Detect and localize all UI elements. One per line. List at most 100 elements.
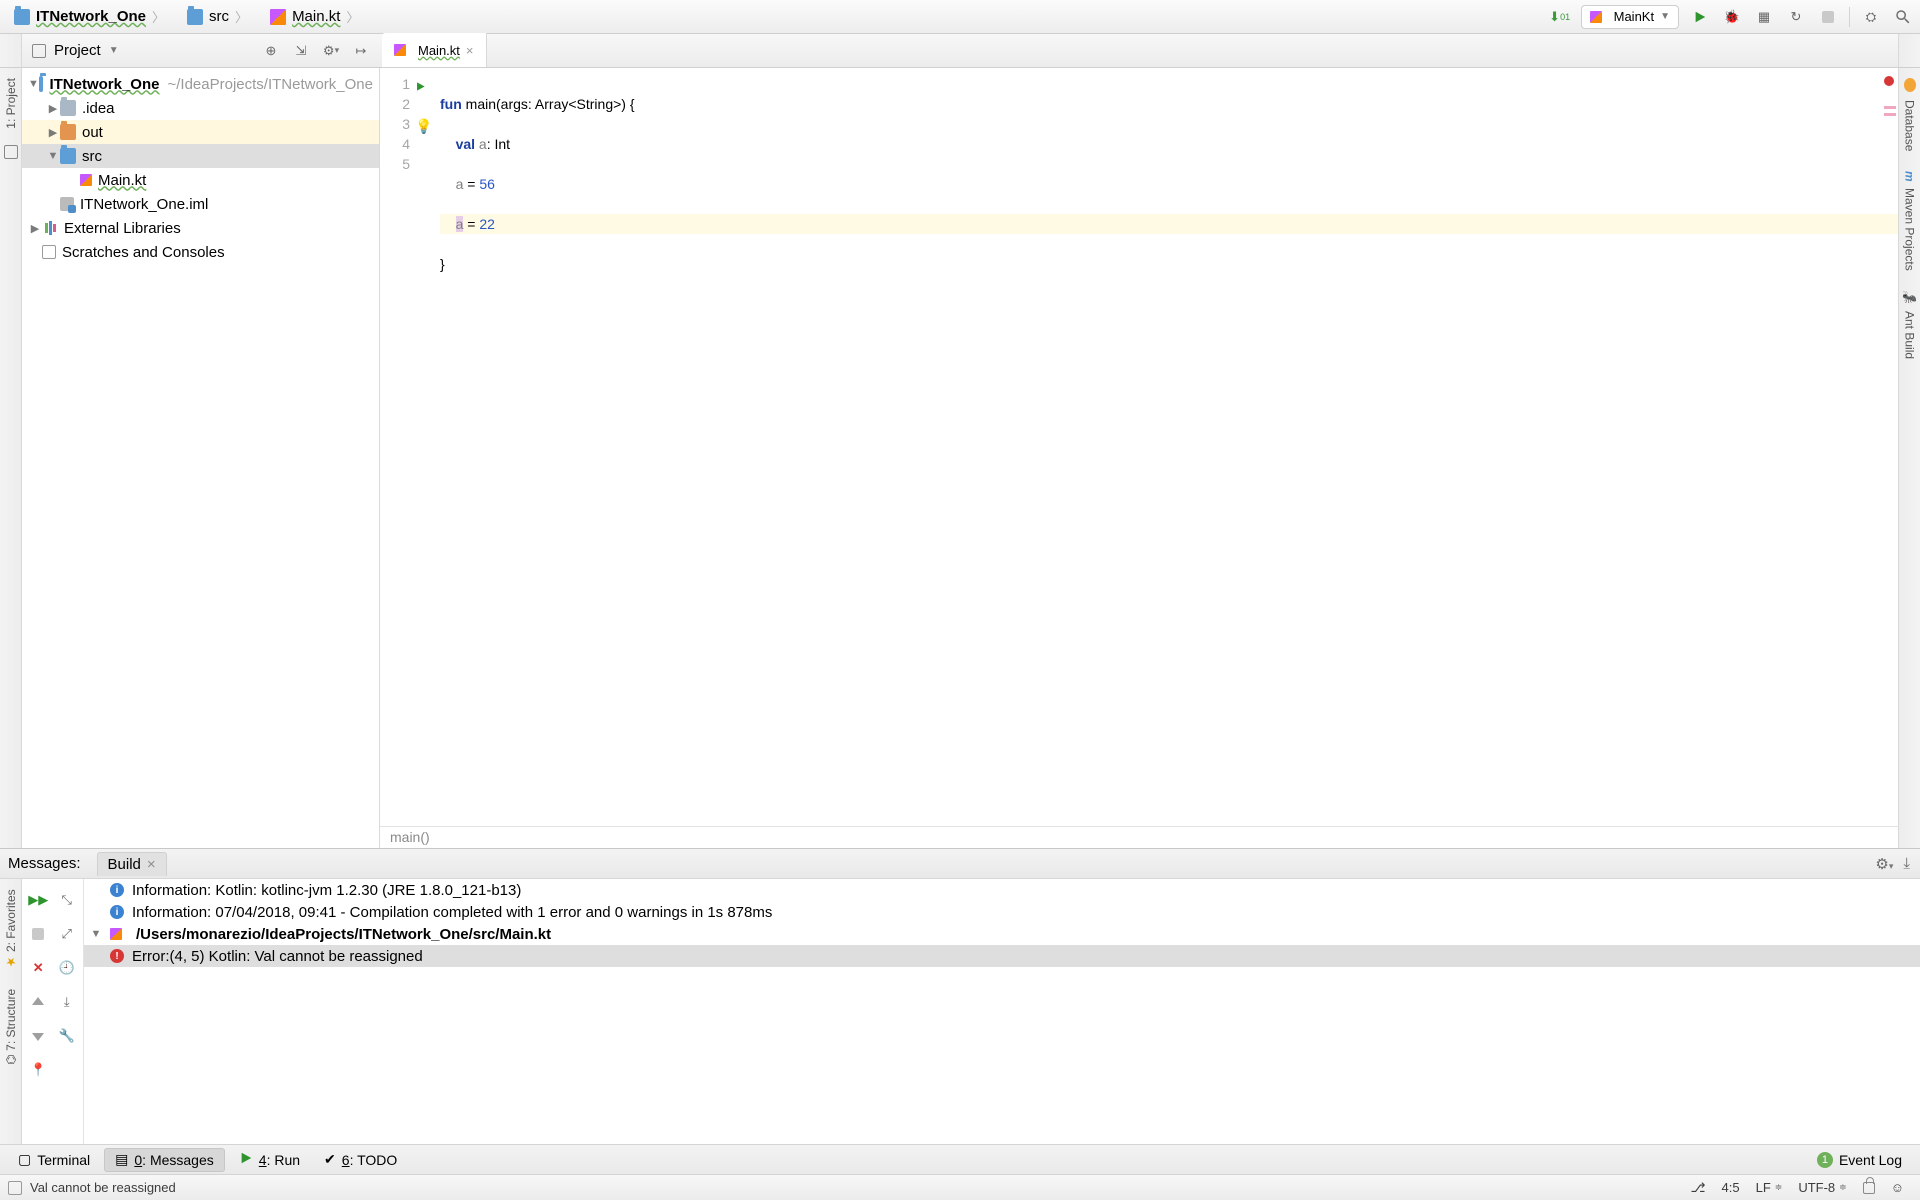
autoscroll-icon[interactable]: 🕘 <box>55 953 80 983</box>
messages-title: Messages: <box>8 855 97 872</box>
messages-list[interactable]: i Information: Kotlin: kotlinc-jvm 1.2.3… <box>84 879 1920 1144</box>
editor-tab-mainkt[interactable]: Main.kt × <box>382 33 487 67</box>
tree-mainkt-file[interactable]: Main.kt <box>22 168 379 192</box>
tree-out-folder[interactable]: ▶ out <box>22 120 379 144</box>
tree-idea-folder[interactable]: ▶ .idea <box>22 96 379 120</box>
collapse-all-icon[interactable]: ⤢ <box>55 919 80 949</box>
bottom-messages-label: 0: Messages <box>134 1152 213 1168</box>
tool-structure-tab[interactable]: ⌬ 7: Structure <box>4 979 18 1075</box>
tree-expand-icon[interactable]: ▶ <box>46 102 60 115</box>
clear-icon[interactable]: ✕ <box>26 953 51 983</box>
tool-project-tab[interactable]: 1: Project <box>4 68 18 139</box>
tool-minimize-icon[interactable] <box>4 145 18 159</box>
collapse-icon[interactable]: ⇲ <box>292 42 310 60</box>
folder-icon <box>60 148 76 164</box>
breadcrumb: ITNetwork_One 〉 src 〉 Main.kt 〉 <box>6 3 373 31</box>
run-config-selector[interactable]: MainKt ▼ <box>1581 5 1679 29</box>
tree-expand-icon[interactable]: ▶ <box>46 126 60 139</box>
hide-panel-icon[interactable]: ↦ <box>352 42 370 60</box>
close-tab-icon[interactable]: × <box>147 856 156 873</box>
crumb-project-label: ITNetwork_One <box>36 8 146 25</box>
rerun-icon[interactable]: ▶▶ <box>26 885 51 915</box>
bottom-eventlog-tab[interactable]: 1 Event Log <box>1807 1148 1912 1172</box>
tool-database-tab[interactable]: Database <box>1903 68 1917 161</box>
debug-button[interactable]: 🐞 <box>1721 6 1743 28</box>
messages-tab-build[interactable]: Build × <box>97 852 167 876</box>
status-git-icon[interactable]: ⎇ <box>1683 1180 1714 1196</box>
wrench-icon[interactable]: 🔧 <box>55 1021 80 1051</box>
messages-settings-icon[interactable]: ⚙▾ <box>1875 855 1893 873</box>
next-error-icon[interactable] <box>26 1021 51 1051</box>
chevron-right-icon: 〉 <box>340 7 361 26</box>
message-info-row[interactable]: i Information: Kotlin: kotlinc-jvm 1.2.3… <box>84 879 1920 901</box>
crumb-file-label: Main.kt <box>292 8 340 25</box>
message-error-row[interactable]: ! Error:(4, 5) Kotlin: Val cannot be rea… <box>84 945 1920 967</box>
crumb-file[interactable]: Main.kt 〉 <box>262 3 373 31</box>
tool-favorites-tab[interactable]: ★ 2: Favorites <box>4 879 18 979</box>
message-file-row[interactable]: ▼ /Users/monarezio/IdeaProjects/ITNetwor… <box>84 923 1920 945</box>
kotlin-run-icon <box>1590 11 1602 23</box>
code-editor[interactable]: 1 2 3💡 4 5 fun main(args: Array<String>)… <box>380 68 1898 826</box>
stop-icon[interactable] <box>26 919 51 949</box>
status-lock-icon[interactable] <box>1855 1182 1883 1194</box>
messages-toolbar: ▶▶ ⤡ ⤢ ✕ 🕘 ⤓ 🔧 📍 <box>22 879 84 1144</box>
tree-expand-icon[interactable]: ▼ <box>28 78 39 90</box>
message-text: Error:(4, 5) Kotlin: Val cannot be reass… <box>132 948 423 965</box>
expand-all-icon[interactable]: ⤡ <box>55 885 80 915</box>
tree-src-label: src <box>82 148 102 165</box>
tree-iml-file[interactable]: ITNetwork_One.iml <box>22 192 379 216</box>
crumb-project[interactable]: ITNetwork_One 〉 <box>6 3 179 31</box>
project-view-selector[interactable]: Project ▼ <box>22 42 129 59</box>
tree-external-libraries[interactable]: ▶ External Libraries <box>22 216 379 240</box>
tool-maven-tab[interactable]: mMaven Projects <box>1903 161 1917 280</box>
tree-extlib-label: External Libraries <box>64 220 181 237</box>
status-line-ending[interactable]: LF≑ <box>1748 1180 1791 1195</box>
tree-expand-icon[interactable]: ▼ <box>46 150 60 162</box>
rerun-button[interactable]: ↻ <box>1785 6 1807 28</box>
tree-src-folder[interactable]: ▼ src <box>22 144 379 168</box>
tree-expand-icon[interactable]: ▶ <box>28 222 42 235</box>
error-stripe-marks[interactable] <box>1884 106 1896 116</box>
bottom-todo-tab[interactable]: ✔ 6: TODO <box>314 1148 407 1172</box>
tree-expand-icon[interactable]: ▼ <box>90 928 102 940</box>
chevron-right-icon: 〉 <box>229 7 250 26</box>
bottom-terminal-label: Terminal <box>37 1152 90 1168</box>
stop-button[interactable] <box>1817 6 1839 28</box>
search-everywhere-button[interactable] <box>1892 6 1914 28</box>
maven-icon: m <box>1903 171 1917 182</box>
tree-scratches[interactable]: Scratches and Consoles <box>22 240 379 264</box>
export-icon[interactable]: ⤓ <box>55 987 80 1017</box>
kotlin-file-icon <box>394 44 406 56</box>
error-stripe-icon[interactable] <box>1884 76 1894 86</box>
code-area[interactable]: fun main(args: Array<String>) { val a: I… <box>434 68 1898 826</box>
error-icon: ! <box>110 949 124 963</box>
status-toolwindow-icon[interactable] <box>8 1181 22 1195</box>
coverage-button[interactable]: ▦ <box>1753 6 1775 28</box>
make-project-icon[interactable]: ⬇01 <box>1549 6 1571 28</box>
bottom-terminal-tab[interactable]: ▢ Terminal <box>8 1148 100 1172</box>
settings-gear-icon[interactable]: ⚙▾ <box>322 42 340 60</box>
message-info-row[interactable]: i Information: 07/04/2018, 09:41 - Compi… <box>84 901 1920 923</box>
message-file-path: /Users/monarezio/IdeaProjects/ITNetwork_… <box>136 926 551 943</box>
editor-breadcrumb[interactable]: main() <box>380 826 1898 848</box>
status-encoding[interactable]: UTF-8≑ <box>1790 1180 1854 1195</box>
messages-export-icon[interactable]: ⤓ <box>1903 855 1910 873</box>
run-button[interactable] <box>1689 6 1711 28</box>
crumb-src[interactable]: src 〉 <box>179 3 262 31</box>
tree-project-root[interactable]: ▼ ITNetwork_One ~/IdeaProjects/ITNetwork… <box>22 72 379 96</box>
editor-gutter[interactable]: 1 2 3💡 4 5 <box>380 68 434 826</box>
close-tab-icon[interactable]: × <box>466 43 474 58</box>
tool-ant-tab[interactable]: 🐜Ant Build <box>1903 281 1917 370</box>
prev-error-icon[interactable] <box>26 987 51 1017</box>
status-inspector-icon[interactable]: ☺ <box>1883 1180 1912 1195</box>
chevron-down-icon: ▼ <box>1660 11 1670 22</box>
bottom-run-tab[interactable]: 4: Run <box>229 1148 310 1172</box>
tree-root-path: ~/IdeaProjects/ITNetwork_One <box>159 76 373 93</box>
status-caret-pos[interactable]: 4:5 <box>1714 1180 1748 1195</box>
intention-bulb-icon[interactable]: 💡 <box>415 116 429 130</box>
project-structure-button[interactable]: ⛭ <box>1860 6 1882 28</box>
locate-icon[interactable]: ⊕ <box>262 42 280 60</box>
pin-icon[interactable]: 📍 <box>26 1055 51 1085</box>
terminal-icon: ▢ <box>18 1151 31 1168</box>
bottom-messages-tab[interactable]: ▤ 0: Messages <box>104 1148 225 1172</box>
